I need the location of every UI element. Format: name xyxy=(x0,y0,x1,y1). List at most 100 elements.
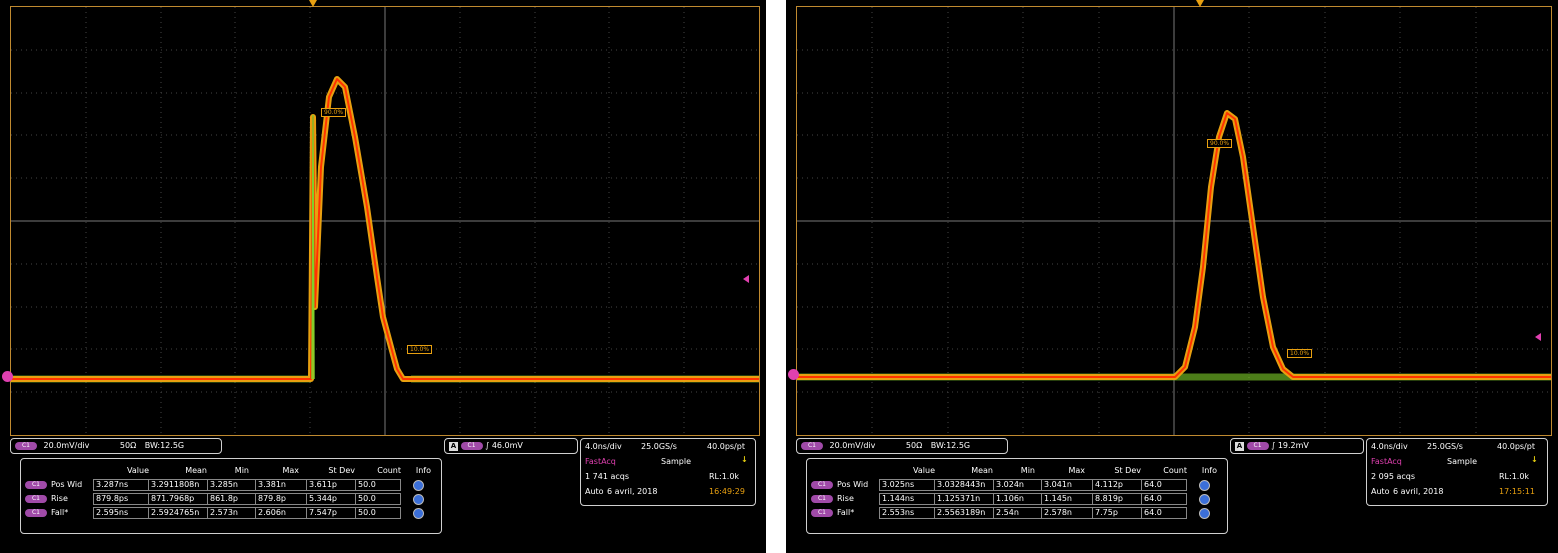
trigger-source-label: A xyxy=(1235,442,1244,451)
row-max: 879.8p xyxy=(255,493,307,505)
date: 6 avril, 2018 xyxy=(1393,487,1444,496)
col-mean: Mean xyxy=(971,466,993,475)
acquisition-box[interactable]: 4.0ns/div 25.0GS/s 40.0ps/pt FastAcq Sam… xyxy=(580,438,756,506)
record-length: RL:1.0k xyxy=(709,472,740,481)
row-max: 3.381n xyxy=(255,479,307,491)
trigger-edge-icon: ∫ xyxy=(485,441,490,450)
table-row[interactable]: C1 Rise 1.144ns 1.125371n 1.106n 1.145n … xyxy=(807,493,1227,505)
acquisition-count: 2 095 acqs xyxy=(1371,472,1415,481)
row-stdev: 5.344p xyxy=(306,493,356,505)
trigger-box[interactable]: A C1 ∫ 19.2mV xyxy=(1230,438,1364,454)
row-name: Fall* xyxy=(837,508,855,517)
channel-box[interactable]: C1 20.0mV/div 50Ω BW:12.5G xyxy=(10,438,222,454)
sample-mode: Sample xyxy=(1447,457,1477,466)
row-value: 3.025ns xyxy=(879,479,935,491)
row-max: 2.606n xyxy=(255,507,307,519)
channel-pill-icon: C1 xyxy=(801,441,823,450)
row-min: 2.54n xyxy=(993,507,1042,519)
channel-ground-icon[interactable] xyxy=(2,371,13,382)
table-row[interactable]: C1 Fall* 2.595ns 2.5924765n 2.573n 2.606… xyxy=(21,507,441,519)
fastacq-mode: FastAcq xyxy=(585,457,616,466)
row-name: Pos Wid xyxy=(837,480,869,489)
time: 17:15:11 xyxy=(1499,487,1535,496)
sample-rate: 25.0GS/s xyxy=(641,442,677,451)
col-value: Value xyxy=(913,466,935,475)
measurement-table[interactable]: Value Mean Min Max St Dev Count Info C1 … xyxy=(806,458,1228,534)
waveform-svg-left xyxy=(11,7,759,435)
row-value: 2.553ns xyxy=(879,507,935,519)
trigger-position-icon xyxy=(1196,0,1204,7)
row-channel-icon: C1 xyxy=(25,495,47,503)
info-icon[interactable] xyxy=(413,508,424,519)
info-icon[interactable] xyxy=(1199,494,1210,505)
row-stdev: 7.547p xyxy=(306,507,356,519)
row-count: 50.0 xyxy=(355,479,401,491)
info-icon[interactable] xyxy=(413,480,424,491)
col-stdev: St Dev xyxy=(328,466,355,475)
marker-10-left: 10.0% xyxy=(407,345,433,354)
row-channel-icon: C1 xyxy=(25,509,47,517)
row-stdev: 7.75p xyxy=(1092,507,1142,519)
table-row[interactable]: C1 Pos Wid 3.025ns 3.0328443n 3.024n 3.0… xyxy=(807,479,1227,491)
marker-10-right: 10.0% xyxy=(1287,349,1313,358)
row-count: 64.0 xyxy=(1141,507,1187,519)
channel-scale: 20.0mV/div xyxy=(829,441,876,450)
record-length: RL:1.0k xyxy=(1499,472,1530,481)
row-channel-icon: C1 xyxy=(811,509,833,517)
run-indicator-icon: ↓ xyxy=(741,455,748,464)
row-stdev: 3.611p xyxy=(306,479,356,491)
row-stdev: 8.819p xyxy=(1092,493,1142,505)
row-count: 50.0 xyxy=(355,507,401,519)
trigger-box[interactable]: A C1 ∫ 46.0mV xyxy=(444,438,578,454)
table-row[interactable]: C1 Fall* 2.553ns 2.5563189n 2.54n 2.578n… xyxy=(807,507,1227,519)
row-name: Rise xyxy=(51,494,68,503)
trigger-level: 19.2mV xyxy=(1277,441,1309,450)
row-count: 64.0 xyxy=(1141,479,1187,491)
waveform-display-left[interactable]: 90.0% 10.0% xyxy=(10,6,760,436)
row-min: 3.024n xyxy=(993,479,1042,491)
status-panel-left: C1 20.0mV/div 50Ω BW:12.5G A C1 ∫ 46.0mV… xyxy=(10,438,760,550)
measurement-table[interactable]: Value Mean Min Max St Dev Count Info C1 … xyxy=(20,458,442,534)
row-stdev: 4.112p xyxy=(1092,479,1142,491)
trigger-source-label: A xyxy=(449,442,458,451)
col-count: Count xyxy=(377,466,401,475)
table-row[interactable]: C1 Pos Wid 3.287ns 3.2911808n 3.285n 3.3… xyxy=(21,479,441,491)
points-per: 40.0ps/pt xyxy=(707,442,745,451)
row-min: 861.8p xyxy=(207,493,256,505)
graticule-center xyxy=(11,7,759,435)
col-info: Info xyxy=(415,466,431,475)
row-min: 1.106n xyxy=(993,493,1042,505)
status-panel-right: C1 20.0mV/div 50Ω BW:12.5G A C1 ∫ 19.2mV… xyxy=(796,438,1552,550)
trigger-mode: Auto xyxy=(1371,487,1390,496)
trigger-edge-icon: ∫ xyxy=(1271,441,1276,450)
col-min: Min xyxy=(1020,466,1035,475)
fastacq-mode: FastAcq xyxy=(1371,457,1402,466)
channel-bandwidth: BW:12.5G xyxy=(144,441,185,450)
oscilloscope-right: 90.0% 10.0% C1 20.0mV/div 50Ω BW:12.5G A… xyxy=(786,0,1558,553)
row-max: 3.041n xyxy=(1041,479,1093,491)
channel-ground-icon[interactable] xyxy=(788,369,799,380)
row-mean: 3.0328443n xyxy=(934,479,994,491)
info-icon[interactable] xyxy=(1199,480,1210,491)
row-channel-icon: C1 xyxy=(25,481,47,489)
row-mean: 3.2911808n xyxy=(148,479,208,491)
oscilloscope-left: 90.0% 10.0% C1 20.0mV/div 50Ω BW:12.5G A… xyxy=(0,0,766,553)
marker-90-right: 90.0% xyxy=(1207,139,1233,148)
col-info: Info xyxy=(1201,466,1217,475)
waveform-svg-right xyxy=(797,7,1551,435)
trigger-position-icon xyxy=(309,0,317,7)
row-value: 1.144ns xyxy=(879,493,935,505)
waveform-display-right[interactable]: 90.0% 10.0% xyxy=(796,6,1552,436)
acquisition-box[interactable]: 4.0ns/div 25.0GS/s 40.0ps/pt FastAcq Sam… xyxy=(1366,438,1548,506)
table-row[interactable]: C1 Rise 879.8ps 871.7968p 861.8p 879.8p … xyxy=(21,493,441,505)
info-icon[interactable] xyxy=(1199,508,1210,519)
row-name: Fall* xyxy=(51,508,69,517)
row-count: 64.0 xyxy=(1141,493,1187,505)
row-count: 50.0 xyxy=(355,493,401,505)
row-mean: 2.5563189n xyxy=(934,507,994,519)
channel-box[interactable]: C1 20.0mV/div 50Ω BW:12.5G xyxy=(796,438,1008,454)
sample-rate: 25.0GS/s xyxy=(1427,442,1463,451)
info-icon[interactable] xyxy=(413,494,424,505)
trigger-level: 46.0mV xyxy=(491,441,523,450)
row-value: 879.8ps xyxy=(93,493,149,505)
